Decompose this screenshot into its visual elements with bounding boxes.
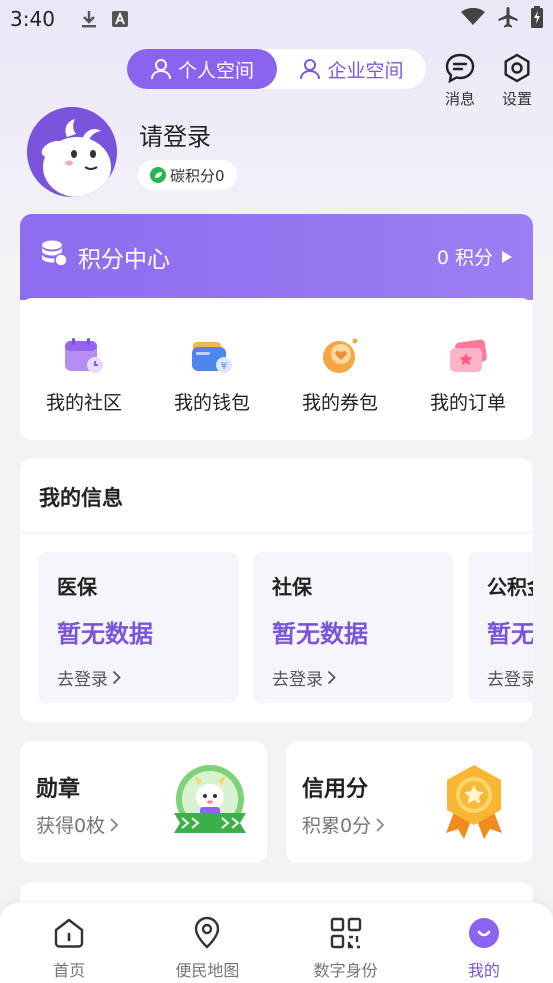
tab-enterprise-space[interactable]: 企业空间 [277, 49, 426, 89]
chevron-right-icon [110, 817, 119, 832]
info-card-name: 社保 [272, 575, 312, 599]
calendar-icon [65, 338, 103, 373]
bottom-navigation: 首页 便民地图 数字身份 我的 [0, 903, 553, 983]
messages-label: 消息 [444, 90, 475, 108]
info-card-action: 去登录 [487, 670, 533, 690]
shortcut-label: 我的券包 [301, 392, 378, 414]
info-card-name: 医保 [57, 575, 97, 599]
tab-enterprise-label: 企业空间 [327, 59, 404, 82]
wallet-icon: ¥ [192, 342, 232, 373]
nav-digital-identity[interactable]: 数字身份 [277, 903, 415, 983]
nav-label: 便民地图 [175, 961, 240, 980]
settings-button[interactable]: 设置 [497, 52, 537, 109]
carbon-points-badge[interactable]: 碳积分0 [138, 160, 237, 190]
carbon-points-label: 碳积分0 [170, 166, 225, 185]
nav-my-profile[interactable]: 我的 [415, 903, 553, 983]
person-icon [300, 59, 321, 80]
shortcut-label: 我的钱包 [173, 392, 250, 414]
nav-label: 首页 [53, 961, 86, 980]
avatar-goat-icon [27, 107, 117, 197]
nav-label: 数字身份 [313, 961, 378, 980]
settings-label: 设置 [501, 90, 532, 108]
points-value-label: 0 积分 [436, 247, 493, 269]
info-card-action: 去登录 [57, 670, 108, 690]
info-card-action: 去登录 [272, 670, 323, 690]
my-info-cards[interactable]: 医保 暂无数据 去登录 社保 暂无数据 去登录 公积金 暂无数据 去登录 [38, 552, 533, 703]
points-center-header[interactable]: 积分中心 0 积分 [20, 214, 533, 300]
chevron-right-icon [376, 817, 385, 832]
shortcut-my-community[interactable]: 我的社区 [20, 298, 148, 440]
coupon-icon [323, 338, 358, 373]
shortcut-my-orders[interactable]: 我的订单 [404, 298, 532, 440]
login-prompt[interactable]: 请登录 [139, 117, 211, 152]
shortcut-my-wallet[interactable]: ¥ 我的钱包 [148, 298, 276, 440]
nav-label: 我的 [467, 961, 500, 980]
info-card-social-security[interactable]: 社保 暂无数据 去登录 [253, 552, 453, 703]
info-card-status: 暂无数据 [272, 620, 368, 648]
download-icon [80, 9, 98, 29]
gold-medal-icon [446, 765, 502, 839]
app-notification-icon [112, 11, 128, 27]
caret-right-icon [502, 250, 512, 263]
info-card-login-link[interactable]: 去登录 [487, 665, 533, 690]
profile-icon [468, 918, 499, 948]
svg-text:¥: ¥ [221, 361, 227, 372]
chevron-right-icon [112, 670, 121, 685]
info-card-status: 暂无数据 [57, 620, 153, 648]
points-shortcuts: 我的社区 ¥ 我的钱包 我的券包 我的订单 [20, 298, 533, 440]
info-card-status: 暂无数据 [487, 620, 533, 648]
ticket-icon [450, 339, 487, 372]
avatar[interactable] [27, 107, 117, 197]
points-value: 0 积分 [437, 243, 513, 270]
person-icon [150, 59, 171, 80]
info-card-login-link[interactable]: 去登录 [57, 665, 238, 690]
battery-charging-icon [531, 6, 543, 32]
nav-convenience-map[interactable]: 便民地图 [138, 903, 276, 983]
nav-home[interactable]: 首页 [0, 903, 138, 983]
tab-personal-space[interactable]: 个人空间 [127, 49, 277, 89]
shortcut-my-coupons[interactable]: 我的券包 [276, 298, 404, 440]
coins-icon [42, 240, 68, 267]
credit-score-card[interactable]: 信用分 积累0分 [286, 741, 533, 863]
leaf-icon [150, 167, 166, 183]
wifi-icon [461, 7, 485, 30]
points-center-card: 积分中心 0 积分 我的社区 ¥ 我的钱包 我的券包 我的订单 [20, 214, 533, 440]
airplane-mode-icon [497, 6, 519, 32]
shortcut-label: 我的社区 [45, 392, 122, 414]
info-card-login-link[interactable]: 去登录 [272, 665, 453, 690]
gear-icon [504, 53, 530, 83]
my-info-card: 我的信息 医保 暂无数据 去登录 社保 暂无数据 去登录 公积金 暂无数据 去登… [20, 458, 533, 722]
info-card-medical-insurance[interactable]: 医保 暂无数据 去登录 [38, 552, 238, 703]
medal-badge-icon [174, 765, 246, 833]
status-time: 3:40 [10, 7, 55, 31]
points-center-title: 积分中心 [78, 247, 170, 273]
shortcut-label: 我的订单 [429, 392, 506, 414]
info-card-housing-fund[interactable]: 公积金 暂无数据 去登录 [468, 552, 533, 703]
map-pin-icon [195, 916, 220, 949]
info-card-name: 公积金 [487, 575, 533, 599]
medals-subtitle: 获得0枚 [36, 815, 106, 837]
tab-personal-label: 个人空间 [177, 59, 254, 82]
my-info-title: 我的信息 [20, 458, 533, 533]
home-icon [54, 918, 84, 948]
credit-subtitle: 积累0分 [302, 815, 372, 837]
space-switcher: 个人空间 企业空间 [127, 49, 426, 89]
medals-card[interactable]: 勋章 获得0枚 [20, 741, 267, 863]
message-icon [445, 53, 475, 84]
chevron-right-icon [327, 670, 336, 685]
status-bar: 3:40 [0, 0, 553, 38]
qr-icon [330, 917, 361, 949]
messages-button[interactable]: 消息 [440, 52, 480, 109]
